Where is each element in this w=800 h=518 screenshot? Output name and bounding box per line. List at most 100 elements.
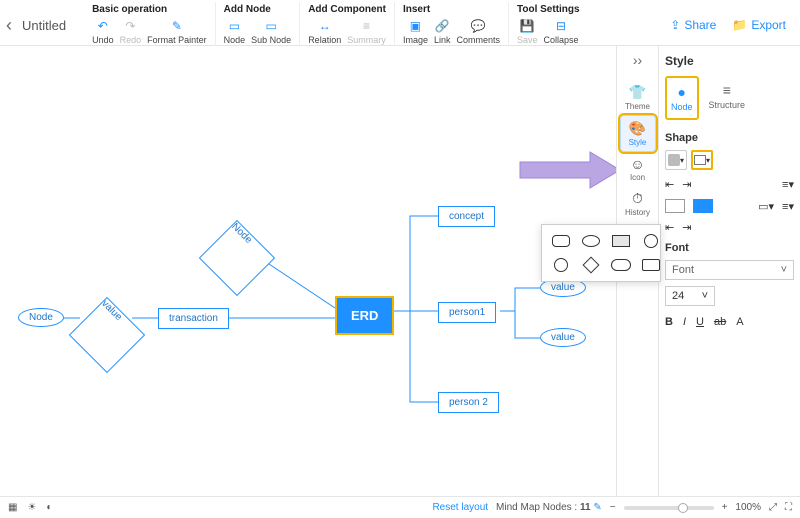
node-person1[interactable]: person1	[438, 302, 496, 323]
zoom-out-button[interactable]: −	[610, 502, 616, 513]
style-label: Style	[629, 138, 647, 147]
underline-button[interactable]: U	[696, 316, 704, 328]
side-theme[interactable]: 👕Theme	[620, 80, 656, 115]
group-title: Tool Settings	[517, 4, 580, 15]
link-icon: 🔗	[434, 18, 450, 34]
redo-icon: ↷	[122, 18, 138, 34]
link-button[interactable]: 🔗Link	[434, 18, 451, 45]
bold-button[interactable]: B	[665, 316, 673, 328]
edges	[0, 46, 616, 496]
relation-icon: ↔	[317, 18, 333, 34]
node-concept[interactable]: concept	[438, 206, 495, 227]
undo-icon: ↶	[95, 18, 111, 34]
node-node-top[interactable]: Node	[210, 231, 264, 285]
theme-label: Theme	[625, 102, 650, 111]
chevron-down-icon: ˅	[781, 264, 787, 276]
reset-layout-button[interactable]: Reset layout	[432, 502, 488, 513]
format-painter-label: Format Painter	[147, 35, 207, 45]
relation-button[interactable]: ↔Relation	[308, 18, 341, 45]
image-label: Image	[403, 35, 428, 45]
theme-toggle-icon[interactable]: ☀	[27, 502, 36, 513]
node-val-b[interactable]: value	[540, 328, 586, 347]
side-history[interactable]: ⏱History	[620, 186, 656, 221]
comments-label: Comments	[456, 35, 500, 45]
redo-button: ↷Redo	[120, 18, 142, 45]
style-panel: Style ●Node≡Structure Shape ▾ ▾ ⇤ ⇥ ≡▾ ▭▾ ≡…	[658, 46, 800, 496]
node-node-left-1[interactable]: Node	[18, 308, 64, 327]
shape-option-rect[interactable]	[610, 233, 632, 249]
summary-button: ≡Summary	[347, 18, 386, 45]
comments-button[interactable]: 💬Comments	[456, 18, 500, 45]
shape-option-circle[interactable]	[550, 257, 572, 273]
subnode-button[interactable]: ▭Sub Node	[251, 18, 291, 45]
shape-option-diamond[interactable]	[580, 257, 602, 273]
save-label: Save	[517, 35, 538, 45]
undo-label: Undo	[92, 35, 114, 45]
node-center[interactable]: ERD	[335, 296, 394, 335]
collapse-icon: ⊟	[553, 18, 569, 34]
indent-right-icon[interactable]: ⇥	[682, 221, 691, 234]
collapse-button[interactable]: ⊟Collapse	[544, 18, 579, 45]
zoom-in-button[interactable]: +	[722, 502, 728, 513]
tab-structure[interactable]: ≡Structure	[705, 76, 750, 120]
export-button[interactable]: 📁Export	[732, 18, 786, 32]
font-heading: Font	[665, 242, 794, 254]
shape-option-hexagon[interactable]	[640, 257, 662, 273]
border-style-icon[interactable]: ▭▾	[758, 200, 774, 213]
collapse-panel-icon[interactable]: ››	[633, 52, 642, 68]
chevron-down-icon: ˅	[702, 290, 708, 302]
arrow-out-icon[interactable]: ⇥	[682, 178, 691, 191]
nodes-count-label: Mind Map Nodes : 11 ✎	[496, 502, 602, 513]
redo-label: Redo	[120, 35, 142, 45]
indent-left-icon[interactable]: ⇤	[665, 221, 674, 234]
share-button[interactable]: ⇪Share	[670, 18, 716, 32]
icon-label: Icon	[630, 173, 645, 182]
format-painter-button[interactable]: ✎Format Painter	[147, 18, 207, 45]
summary-label: Summary	[347, 35, 386, 45]
align-icon[interactable]: ≡▾	[782, 178, 794, 191]
collapse-label: Collapse	[544, 35, 579, 45]
zoom-slider[interactable]	[624, 506, 714, 510]
icon-icon: ☺	[630, 156, 644, 172]
shape-option-rounded-rect[interactable]	[550, 233, 572, 249]
node-person2[interactable]: person 2	[438, 392, 499, 413]
italic-button[interactable]: I	[683, 316, 686, 328]
subnode-icon: ▭	[263, 18, 279, 34]
subnode-label: Sub Node	[251, 35, 291, 45]
font-color-button[interactable]: A	[736, 316, 743, 328]
fill-none[interactable]	[665, 199, 685, 213]
fill-color[interactable]	[693, 199, 713, 213]
arrow-in-icon[interactable]: ⇤	[665, 178, 674, 191]
share-icon: ⇪	[670, 18, 680, 32]
fullscreen-icon[interactable]: ⛶	[785, 502, 792, 513]
zoom-value: 100%	[735, 502, 761, 513]
font-family-select[interactable]: Font˅	[665, 260, 794, 280]
shape-picker[interactable]: ▾	[691, 150, 713, 170]
fit-icon[interactable]: ⤢	[769, 502, 777, 513]
tab-node[interactable]: ●Node	[665, 76, 699, 120]
panel-title: Style	[665, 54, 794, 68]
node-label: Node	[224, 35, 246, 45]
dark-toggle-icon[interactable]: ◐	[46, 502, 52, 513]
shape-heading: Shape	[665, 132, 794, 144]
node-transaction[interactable]: transaction	[158, 308, 229, 329]
undo-button[interactable]: ↶Undo	[92, 18, 114, 45]
shape-option-circle[interactable]	[640, 233, 662, 249]
fill-swatch[interactable]: ▾	[665, 150, 687, 170]
node-button[interactable]: ▭Node	[224, 18, 246, 45]
font-size-select[interactable]: 24˅	[665, 286, 715, 306]
strike-button[interactable]: ab	[714, 316, 726, 328]
statusbar: ▦ ☀ ◐ Reset layout Mind Map Nodes : 11 ✎…	[0, 496, 800, 518]
history-label: History	[625, 208, 650, 217]
shape-option-capsule[interactable]	[610, 257, 632, 273]
line-style-icon[interactable]: ≡▾	[782, 200, 794, 213]
group-title: Add Component	[308, 4, 386, 15]
back-icon[interactable]: ‹	[6, 15, 12, 36]
canvas[interactable]: Node value transaction Node ERD concept person…	[0, 46, 616, 496]
grid-icon[interactable]: ▦	[8, 502, 17, 513]
shape-option-ellipse[interactable]	[580, 233, 602, 249]
side-style[interactable]: 🎨Style	[620, 115, 656, 152]
image-button[interactable]: ▣Image	[403, 18, 428, 45]
side-icon[interactable]: ☺Icon	[620, 152, 656, 186]
node-value-left[interactable]: value	[80, 308, 134, 362]
